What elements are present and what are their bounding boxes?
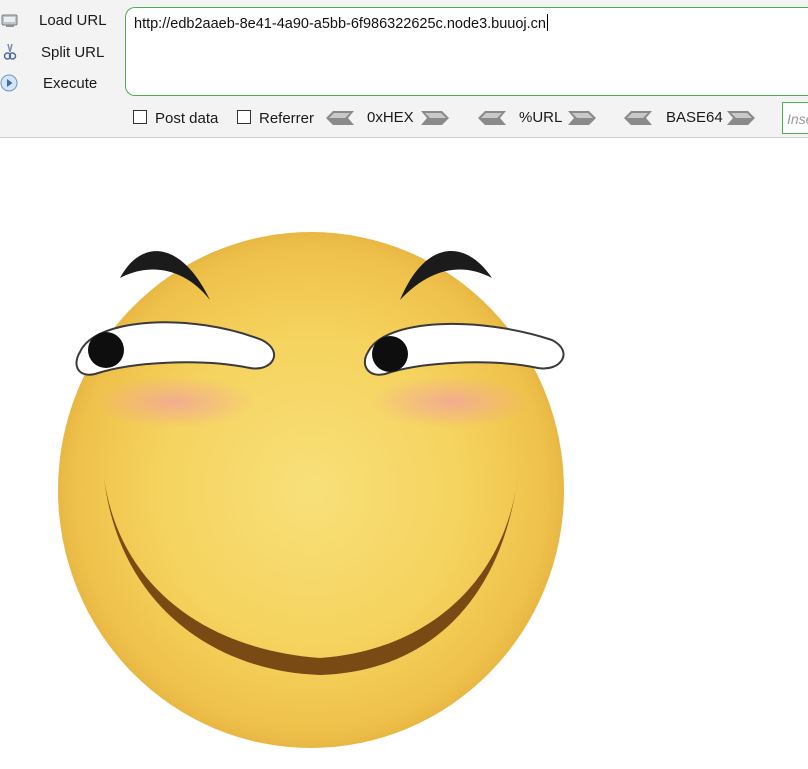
referrer-label[interactable]: Referrer — [259, 110, 314, 127]
execute-button[interactable]: Execute — [0, 71, 118, 95]
left-pupil — [88, 332, 124, 368]
base64-decode-arrow-icon[interactable] — [624, 111, 652, 125]
post-data-checkbox[interactable] — [133, 110, 147, 124]
url-textarea[interactable]: http://edb2aaeb-8e41-4a90-a5bb-6f9863226… — [125, 7, 808, 96]
insert-input[interactable]: Insert — [782, 102, 808, 134]
execute-label: Execute — [43, 74, 98, 92]
hex-label: 0xHEX — [367, 109, 414, 126]
post-data-label[interactable]: Post data — [155, 110, 218, 127]
base64-encode-arrow-icon[interactable] — [727, 111, 755, 125]
base64-label: BASE64 — [666, 109, 723, 126]
split-url-button[interactable]: Split URL — [0, 40, 118, 64]
left-cheek-blush — [95, 376, 255, 428]
right-cheek-blush — [370, 376, 530, 428]
text-caret — [547, 14, 548, 31]
smiling-emoji-face — [58, 232, 565, 748]
page-content — [0, 138, 808, 764]
play-icon — [0, 74, 18, 92]
hex-decode-arrow-icon[interactable] — [326, 111, 354, 125]
monitor-icon — [1, 14, 18, 27]
split-url-label: Split URL — [41, 43, 105, 61]
right-pupil — [372, 336, 408, 372]
load-url-label: Load URL — [39, 11, 107, 29]
hackbar-toolbar: Load URL Split URL Execute http://edb2aa… — [0, 0, 808, 138]
load-url-button[interactable]: Load URL — [0, 8, 118, 32]
url-decode-arrow-icon[interactable] — [478, 111, 506, 125]
url-encode-arrow-icon[interactable] — [568, 111, 596, 125]
hex-encode-arrow-icon[interactable] — [421, 111, 449, 125]
url-value-wrap: http://edb2aaeb-8e41-4a90-a5bb-6f9863226… — [134, 14, 548, 32]
referrer-checkbox[interactable] — [237, 110, 251, 124]
options-row: Post data Referrer 0xHEX %URL BASE64 Ins — [0, 102, 808, 136]
url-value: http://edb2aaeb-8e41-4a90-a5bb-6f9863226… — [134, 16, 546, 32]
scissors-icon — [3, 43, 17, 60]
insert-placeholder: Insert — [787, 111, 808, 127]
url-encode-label: %URL — [519, 109, 563, 126]
